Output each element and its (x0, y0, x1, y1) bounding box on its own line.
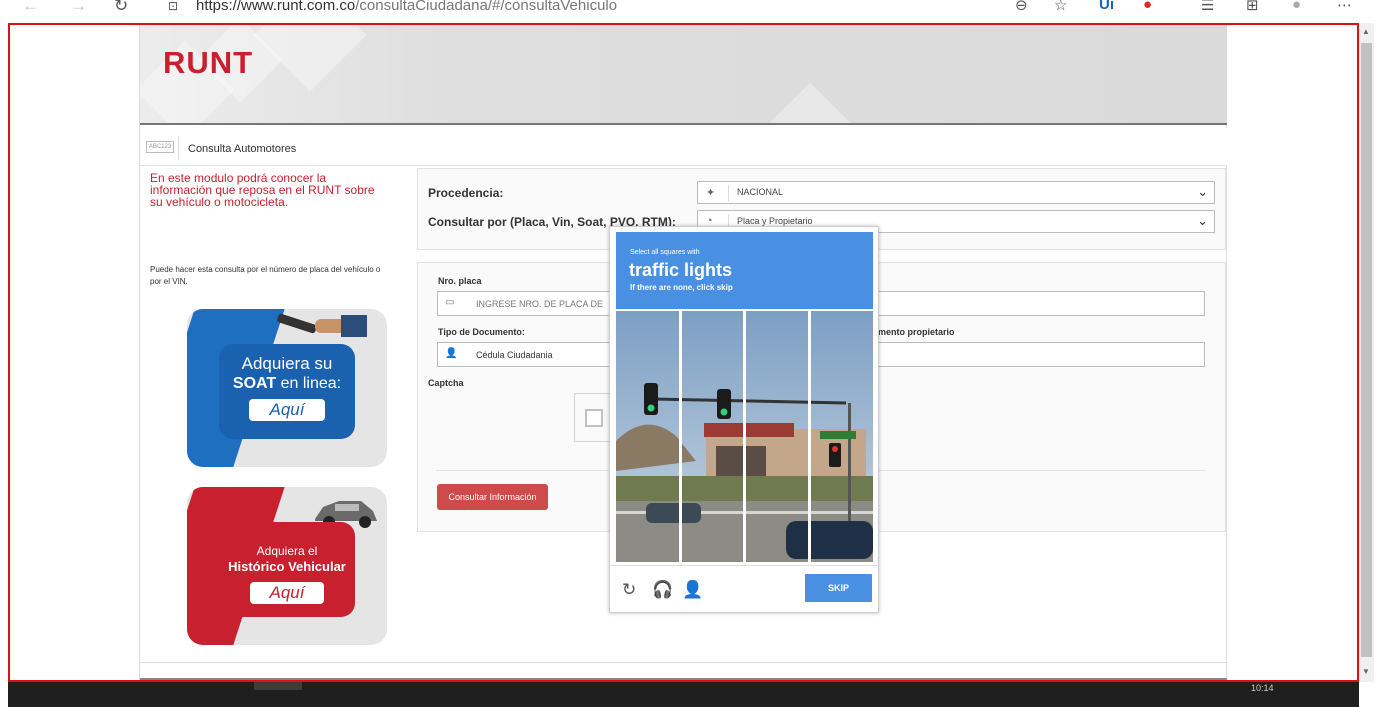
site-header: RUNT (140, 25, 1227, 125)
runt-logo[interactable]: RUNT (163, 45, 253, 81)
recaptcha-challenge: Select all squares with traffic lights I… (609, 226, 879, 613)
divider (140, 662, 1227, 663)
chevron-down-icon: ⌄ (1197, 184, 1208, 199)
consultar-por-value: Placa y Propietario (737, 216, 813, 226)
tipo-documento-value: Cédula Ciudadania (476, 350, 553, 360)
system-clock: 10:14 (1251, 683, 1274, 693)
back-icon[interactable]: ← (22, 0, 39, 16)
challenge-hint: If there are none, click skip (630, 283, 733, 292)
documento-propietario-input[interactable] (876, 342, 1205, 367)
page-title: Consulta Automotores (188, 143, 297, 155)
page-viewport: RUNT ABC123 Consulta Automotores En este… (8, 23, 1359, 682)
taskbar-app[interactable] (254, 682, 302, 690)
soat-aqui-button[interactable]: Aquí (249, 399, 325, 421)
historico-line2: Histórico Vehicular (228, 559, 346, 574)
divider (178, 136, 179, 160)
historico-aqui-button[interactable]: Aquí (250, 582, 324, 604)
forward-icon[interactable]: → (70, 0, 87, 16)
audio-challenge-icon[interactable]: 🎧 (652, 580, 673, 600)
refresh-icon[interactable]: ↻ (114, 0, 128, 16)
grid-line (679, 311, 682, 562)
favorites-icon[interactable]: ☰ (1201, 0, 1214, 14)
hand-phone-image (267, 313, 367, 339)
soat-box: Adquiera su SOAT en linea: Aquí (219, 344, 355, 439)
reload-icon[interactable]: ↻ (622, 580, 636, 600)
grid-line (808, 311, 811, 562)
page-footer-line (140, 678, 1227, 680)
challenge-header: Select all squares with traffic lights I… (616, 232, 873, 309)
map-icon: ✦ (706, 187, 716, 199)
challenge-instruction: Select all squares with (630, 249, 700, 256)
taskbar: 10:14 (8, 682, 1359, 707)
zoom-icon[interactable]: ⊖ (1015, 0, 1028, 14)
soat-banner[interactable]: Adquiera su SOAT en linea: Aquí (187, 309, 387, 467)
procedencia-label: Procedencia: (428, 186, 504, 200)
address-bar[interactable]: https://www.runt.com.co/consultaCiudadan… (196, 0, 617, 14)
historico-box: Adquiera el Histórico Vehicular Aquí (219, 522, 355, 617)
user-icon: 👤 (445, 348, 458, 359)
scroll-down-icon[interactable]: ▼ (1362, 667, 1370, 676)
skip-button[interactable]: SKIP (805, 574, 872, 602)
documento-propietario-label: mento propietario (878, 327, 955, 337)
captcha-checkbox[interactable] (585, 409, 603, 427)
soat-word: SOAT (232, 375, 277, 392)
plate-icon: ▭ (445, 297, 455, 308)
grid-line (743, 311, 746, 562)
challenge-keyword: traffic lights (629, 260, 733, 280)
tipo-documento-label: Tipo de Documento: (438, 327, 525, 337)
soat-line2-rest: en linea: (276, 375, 342, 392)
soat-line1: Adquiera su (241, 354, 333, 373)
procedencia-value: NACIONAL (737, 187, 784, 197)
collections-icon[interactable]: ⊞ (1246, 0, 1259, 14)
header-decoration (767, 82, 853, 123)
module-description: En este modulo podrá conocer la informac… (150, 171, 375, 209)
site-info-icon[interactable]: ⊡ (168, 0, 178, 13)
url-host: https://www.runt.com.co (196, 0, 356, 14)
placa-placeholder: INGRESE NRO. DE PLACA DE (476, 299, 604, 309)
placa-label: Nro. placa (438, 276, 482, 286)
info-icon[interactable]: 👤 (682, 580, 703, 600)
url-path: /consultaCiudadana/#/consultaVehiculo (355, 0, 618, 14)
captcha-label: Captcha (428, 378, 464, 388)
divider (728, 185, 729, 201)
adblock-extension-icon[interactable]: ● (1143, 0, 1152, 13)
more-menu-icon[interactable]: ⋯ (1337, 0, 1352, 14)
chevron-down-icon: ⌄ (1197, 213, 1208, 228)
page-scrollbar[interactable]: ▲ ▼ (1359, 23, 1374, 682)
tipo-documento-select[interactable]: 👤 Cédula Ciudadania (437, 342, 613, 367)
browser-toolbar: ← → ↻ ⊡ https://www.runt.com.co/consulta… (0, 0, 1382, 16)
procedencia-select[interactable]: ✦ NACIONAL ⌄ (697, 181, 1215, 204)
consultar-informacion-button[interactable]: Consultar Información (437, 484, 548, 510)
scroll-thumb[interactable] (1361, 43, 1372, 657)
soat-line2: SOAT en linea: (219, 375, 355, 393)
favorite-add-icon[interactable]: ☆ (1054, 0, 1067, 14)
challenge-footer: ↻ 🎧 👤 SKIP (610, 565, 878, 612)
historico-line1: Adquiera el (256, 544, 318, 558)
challenge-image-grid[interactable] (616, 311, 873, 562)
help-text: Puede hacer esta consulta por el número … (150, 265, 381, 286)
historico-banner[interactable]: Adquiera el Histórico Vehicular Aquí (187, 487, 387, 645)
profile-avatar-icon[interactable]: ● (1292, 0, 1301, 13)
breadcrumb: ABC123 Consulta Automotores (140, 128, 1227, 166)
scroll-up-icon[interactable]: ▲ (1362, 27, 1370, 36)
uipath-extension-icon[interactable]: Ui (1099, 0, 1114, 13)
license-plate-icon: ABC123 (146, 141, 174, 153)
